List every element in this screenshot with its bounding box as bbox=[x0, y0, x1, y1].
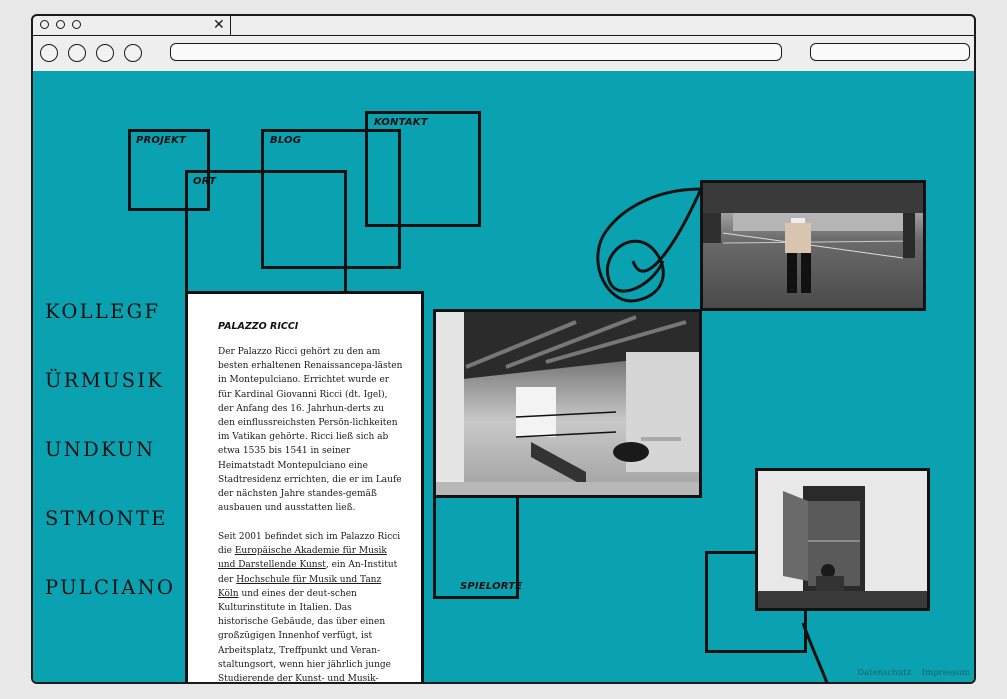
search-bar[interactable] bbox=[810, 43, 970, 61]
window-dot-icon[interactable] bbox=[56, 20, 65, 29]
photo-window[interactable] bbox=[755, 468, 930, 611]
article-paragraph-1: Der Palazzo Ricci gehört zu den am beste… bbox=[218, 347, 403, 514]
nav-box-kontakt[interactable]: KONTAKT bbox=[365, 111, 481, 227]
nav-circle-icon[interactable] bbox=[96, 44, 114, 62]
tab-strip: ✕ bbox=[33, 16, 974, 36]
nav-label-spielorte[interactable]: SPIELORTE bbox=[460, 581, 522, 592]
site-title[interactable]: KOLLEGF ÜRMUSIK UNDKUN STMONTE PULCIANO bbox=[45, 254, 175, 645]
nav-box-spielorte[interactable]: SPIELORTE bbox=[433, 481, 522, 599]
title-line: PULCIANO bbox=[45, 576, 176, 599]
nav-circle-icon[interactable] bbox=[40, 44, 58, 62]
nav-label-kontakt[interactable]: KONTAKT bbox=[374, 117, 428, 128]
address-bar[interactable] bbox=[170, 43, 782, 61]
footer-link-impressum[interactable]: Impressum bbox=[922, 668, 970, 678]
photo-interior[interactable] bbox=[433, 309, 702, 498]
article-card: PALAZZO RICCI Der Palazzo Ricci gehört z… bbox=[185, 291, 424, 684]
photo-courtyard[interactable] bbox=[700, 180, 926, 311]
title-line: ÜRMUSIK bbox=[45, 369, 165, 392]
nav-label-blog[interactable]: BLOG bbox=[270, 135, 301, 146]
nav-label-ort[interactable]: ORT bbox=[193, 176, 216, 187]
nav-circle-icon[interactable] bbox=[124, 44, 142, 62]
web-page: PROJEKT ORT BLOG KONTAKT KOLLEGF ÜRMUSIK… bbox=[33, 71, 974, 684]
window-dot-icon[interactable] bbox=[40, 20, 49, 29]
browser-tab[interactable]: ✕ bbox=[33, 16, 231, 36]
nav-label-projekt[interactable]: PROJEKT bbox=[136, 135, 186, 146]
window-dot-icon[interactable] bbox=[72, 20, 81, 29]
article-paragraph-2: Seit 2001 befindet sich im Palazzo Ricci… bbox=[218, 530, 403, 684]
title-line: UNDKUN bbox=[45, 438, 156, 461]
title-line: STMONTE bbox=[45, 507, 168, 530]
photo-window-image bbox=[758, 471, 927, 608]
nav-circle-icon[interactable] bbox=[68, 44, 86, 62]
close-icon[interactable]: ✕ bbox=[213, 17, 225, 33]
photo-interior-image bbox=[436, 312, 699, 495]
article-title: PALAZZO RICCI bbox=[218, 321, 299, 332]
article-text: und eines der deut-schen Kulturinstitute… bbox=[218, 588, 391, 684]
browser-window: ✕ PROJEKT ORT BLOG KONTAKT KOLLEGF ÜRMUS bbox=[31, 14, 976, 684]
footer-links: Datenschutz Impressum bbox=[849, 668, 970, 678]
footer-link-datenschutz[interactable]: Datenschutz bbox=[857, 668, 911, 678]
title-line: KOLLEGF bbox=[45, 300, 161, 323]
photo-courtyard-image bbox=[703, 183, 923, 293]
